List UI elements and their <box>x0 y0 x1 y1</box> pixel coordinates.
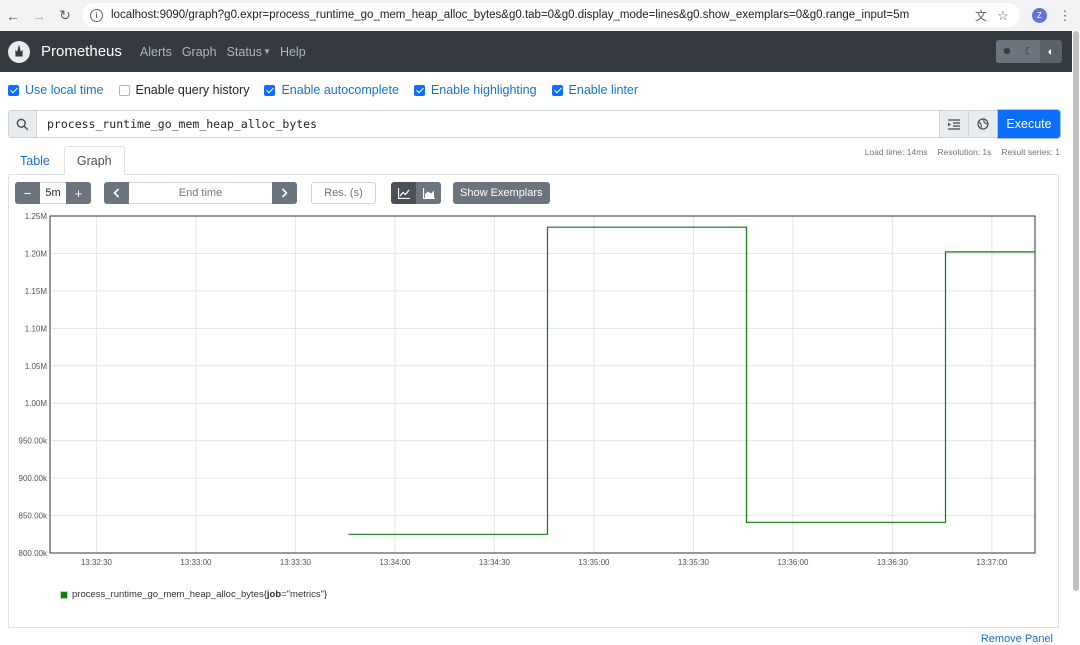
prometheus-logo-icon[interactable] <box>8 40 30 63</box>
search-icon <box>8 110 37 138</box>
stacked-chart-icon[interactable] <box>416 182 441 204</box>
back-icon[interactable]: ← <box>2 5 24 27</box>
y-tick-label: 950.00k <box>19 437 48 446</box>
show-exemplars-button[interactable]: Show Exemplars <box>453 182 550 204</box>
x-tick-label: 13:35:00 <box>578 558 610 567</box>
highlighting-checkbox[interactable] <box>413 84 425 96</box>
profile-avatar[interactable]: Z <box>1032 8 1047 23</box>
autocomplete-option[interactable]: Enable autocomplete <box>264 83 399 97</box>
chevron-right-icon[interactable] <box>272 182 297 204</box>
tab-graph[interactable]: Graph <box>63 146 125 175</box>
linter-option[interactable]: Enable linter <box>551 83 639 97</box>
light-theme-icon[interactable]: ✹ <box>996 40 1018 63</box>
url-text: localhost:9090/graph?g0.expr=process_run… <box>111 9 910 21</box>
y-tick-label: 1.25M <box>25 212 48 221</box>
status-caret-icon[interactable]: ▼ <box>263 47 271 56</box>
remove-panel-link[interactable]: Remove Panel <box>981 633 1053 645</box>
x-axis-ticks: 13:32:30 13:33:00 13:33:30 13:34:00 13:34:30… <box>81 558 1008 567</box>
increase-range-button[interactable]: + <box>66 182 91 204</box>
x-tick-label: 13:33:30 <box>280 558 312 567</box>
tab-table[interactable]: Table <box>8 146 62 175</box>
y-tick-label: 1.00M <box>25 399 48 408</box>
query-history-option[interactable]: Enable query history <box>118 83 250 97</box>
address-bar[interactable]: i localhost:9090/graph?g0.expr=process_r… <box>82 3 1020 27</box>
decrease-range-button[interactable]: − <box>15 182 40 204</box>
browser-toolbar: ← → ↻ i localhost:9090/graph?g0.expr=pro… <box>0 0 1080 31</box>
y-tick-label: 1.05M <box>25 362 48 371</box>
use-local-time-option[interactable]: Use local time <box>8 83 104 97</box>
query-stats: Load time: 14ms Resolution: 1s Result se… <box>865 147 1060 157</box>
option-label: Enable linter <box>568 83 639 97</box>
plot-area-frame <box>49 215 1036 554</box>
chart-legend[interactable]: process_runtime_go_mem_heap_alloc_bytes{… <box>60 589 327 600</box>
nav-graph[interactable]: Graph <box>182 45 217 59</box>
forward-icon[interactable]: → <box>28 5 50 27</box>
format-expression-icon[interactable] <box>940 110 969 138</box>
x-tick-label: 13:34:30 <box>479 558 511 567</box>
query-history-checkbox[interactable] <box>118 84 130 96</box>
nav-status[interactable]: Status <box>227 45 262 59</box>
resolution: Resolution: 1s <box>937 147 992 157</box>
x-tick-label: 13:37:00 <box>976 558 1008 567</box>
top-navbar: Prometheus Alerts Graph Status ▼ Help ✹ … <box>0 31 1072 72</box>
translate-icon[interactable]: 文 <box>970 5 992 27</box>
load-time: Load time: 14ms <box>864 147 928 157</box>
nav-alerts[interactable]: Alerts <box>140 45 172 59</box>
linter-checkbox[interactable] <box>551 84 563 96</box>
y-tick-label: 800.00k <box>19 549 48 558</box>
result-series: Result series: 1 <box>1001 147 1060 157</box>
nav-help[interactable]: Help <box>280 45 306 59</box>
reload-icon[interactable]: ↻ <box>54 5 76 27</box>
resolution-input[interactable]: Res. (s) <box>311 182 376 204</box>
query-options: Use local time Enable query history Enab… <box>8 82 653 98</box>
dark-theme-icon[interactable]: ☾ <box>1018 40 1040 63</box>
x-tick-label: 13:36:00 <box>777 558 809 567</box>
legend-metric: process_runtime_go_mem_heap_alloc_bytes{ <box>72 589 267 600</box>
legend-swatch[interactable] <box>60 590 68 599</box>
metrics-explorer-icon[interactable] <box>969 110 998 138</box>
x-tick-label: 13:36:30 <box>877 558 909 567</box>
auto-theme-icon[interactable]: ◐ <box>1040 40 1062 63</box>
x-tick-label: 13:35:30 <box>678 558 710 567</box>
expression-input[interactable]: process_runtime_go_mem_heap_alloc_bytes <box>37 110 940 138</box>
option-label: Enable autocomplete <box>281 83 399 97</box>
chevron-left-icon[interactable] <box>104 182 129 204</box>
execute-button[interactable]: Execute <box>998 110 1060 138</box>
display-mode-group <box>391 182 441 204</box>
query-bar: process_runtime_go_mem_heap_alloc_bytes … <box>8 110 1060 138</box>
y-axis-ticks: 800.00k 850.00k 900.00k 950.00k 1.00M 1.05M 1.… <box>19 212 48 558</box>
option-label: Enable highlighting <box>430 83 537 97</box>
end-time-input[interactable]: End time <box>129 182 272 204</box>
option-label: Use local time <box>25 83 104 97</box>
x-tick-label: 13:32:30 <box>81 558 113 567</box>
legend-label-value: ="metrics"} <box>281 589 328 600</box>
y-tick-label: 850.00k <box>19 512 48 521</box>
graph-controls: − 5m + End time Res. (s) Show Exemplars <box>15 182 550 204</box>
browser-menu-icon[interactable]: ⋮ <box>1054 5 1076 27</box>
brand-name[interactable]: Prometheus <box>41 43 122 60</box>
y-tick-label: 1.15M <box>25 287 48 296</box>
bookmark-star-icon[interactable]: ☆ <box>992 5 1014 27</box>
series-line[interactable] <box>348 226 1036 535</box>
theme-toggle-group: ✹ ☾ ◐ <box>996 40 1062 63</box>
end-time-group: End time <box>104 182 297 204</box>
y-tick-label: 1.10M <box>25 324 48 333</box>
chart-grid <box>50 215 1035 554</box>
autocomplete-checkbox[interactable] <box>264 84 276 96</box>
site-info-icon[interactable]: i <box>90 8 103 22</box>
time-series-chart[interactable]: 800.00k 850.00k 900.00k 950.00k 1.00M 1.05M 1.… <box>0 205 1060 577</box>
range-input[interactable]: 5m <box>40 182 66 204</box>
range-input-group: − 5m + <box>15 182 91 204</box>
page-scrollbar[interactable] <box>1073 31 1079 591</box>
option-label: Enable query history <box>135 83 250 97</box>
highlighting-option[interactable]: Enable highlighting <box>413 83 537 97</box>
x-tick-label: 13:34:00 <box>379 558 411 567</box>
y-tick-label: 900.00k <box>19 474 48 483</box>
use-local-time-checkbox[interactable] <box>8 84 19 96</box>
x-tick-label: 13:33:00 <box>180 558 212 567</box>
line-chart-icon[interactable] <box>391 182 416 204</box>
legend-label-key: job <box>266 589 282 600</box>
y-tick-label: 1.20M <box>25 249 48 258</box>
